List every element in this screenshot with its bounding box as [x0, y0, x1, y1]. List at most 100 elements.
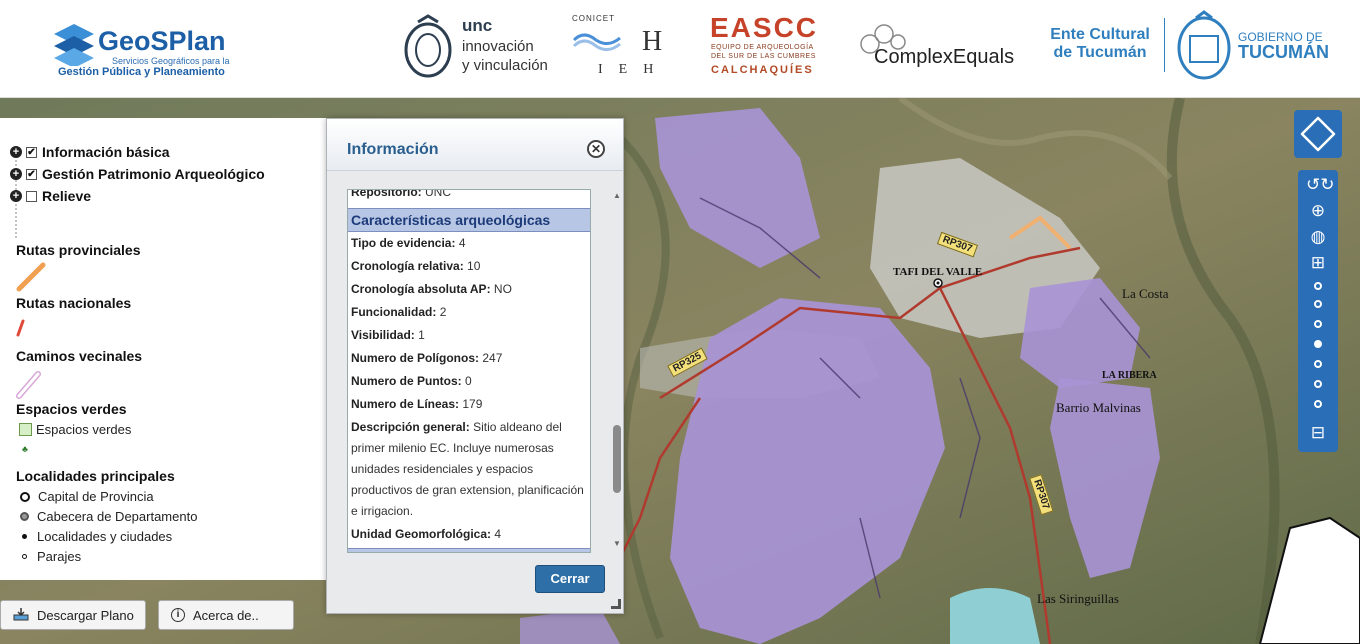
legend-item-parajes: Parajes [20, 549, 81, 564]
unc-title: unc [462, 16, 493, 35]
localidad-icon [22, 534, 27, 539]
zoom-box-icon[interactable]: ⊕ [1306, 200, 1330, 222]
tucuman-seal-icon [1177, 10, 1231, 80]
legend-item-label: Localidades y ciudades [37, 529, 173, 544]
info-field: Numero de Puntos: 0 [351, 371, 587, 392]
info-field: Cronología relativa: 10 [351, 256, 587, 277]
section-caracteristicas: Características arqueológicas [348, 208, 590, 232]
zoom-level-current[interactable] [1314, 340, 1322, 348]
label-la-ribera: LA RIBERA [1102, 370, 1157, 381]
cerrar-button[interactable]: Cerrar [535, 565, 605, 593]
field-value: 1 [418, 328, 425, 342]
info-field: Tipo de evidencia: 4 [351, 233, 587, 254]
info-content[interactable]: Repositorio: UNC Características arqueol… [347, 189, 591, 553]
gobierno-line2: TUCUMÁN [1238, 42, 1329, 62]
ente-line1: Ente Cultural [1050, 26, 1150, 43]
legend-rutas-provinciales: Rutas provinciales [16, 242, 141, 258]
easc-line1: EQUIPO DE ARQUEOLOGÍA [711, 44, 814, 51]
geosplan-sub1: Servicios Geográficos para la [112, 56, 230, 66]
vecinal-road-symbol [16, 371, 41, 399]
layer-checkbox[interactable]: ✔ [26, 168, 37, 180]
info-popup: Información ✕ Repositorio: UNC Caracterí… [326, 118, 624, 614]
field-label: Tipo de evidencia: [351, 236, 456, 250]
field-value: 2 [439, 305, 447, 319]
info-field: Funcionalidad: 2 [351, 302, 587, 323]
about-label: Acerca de.. [193, 607, 259, 623]
undo-redo-icon[interactable]: ↺↻ [1306, 174, 1335, 196]
header-divider [1164, 18, 1165, 72]
layer-checkbox[interactable] [26, 190, 37, 202]
layer-patrimonio[interactable]: + ✔ Gestión Patrimonio Arqueológico [10, 166, 265, 182]
ieh-emblem-icon: H [572, 26, 662, 57]
field-value: 10 [467, 259, 481, 273]
expand-icon[interactable]: + [10, 146, 22, 158]
layer-label: Información básica [42, 144, 170, 160]
info-title: Información [347, 141, 439, 158]
field-value: UNC [425, 189, 452, 199]
zoom-out-icon[interactable]: ⊟ [1306, 422, 1330, 444]
field-value: 0 [465, 374, 472, 388]
resize-handle[interactable] [611, 599, 621, 609]
geosplan-icon [54, 24, 94, 66]
field-label: Unidad Geomorfológica: [351, 527, 492, 541]
layer-panel: + ✔ Información básica + ✔ Gestión Patri… [0, 118, 326, 580]
layer-relieve[interactable]: + Relieve [10, 188, 91, 204]
info-repositorio: Repositorio: UNC [351, 189, 587, 203]
zoom-level-dot[interactable] [1314, 282, 1322, 290]
field-value: Sitio aldeano del primer milenio EC. Inc… [351, 420, 584, 518]
layer-label: Gestión Patrimonio Arqueológico [42, 166, 265, 182]
download-plan-button[interactable]: Descargar Plano [0, 600, 146, 630]
globe-icon[interactable]: ◍ [1306, 226, 1330, 248]
paraje-icon [22, 554, 27, 559]
info-scrollbar[interactable]: ▲ ▼ [611, 189, 623, 553]
lake [950, 588, 1040, 644]
info-icon: i [171, 608, 185, 622]
about-button[interactable]: i Acerca de.. [158, 600, 294, 630]
expand-icon[interactable]: + [10, 168, 22, 180]
scroll-thumb[interactable] [613, 425, 621, 493]
zoom-level-dot[interactable] [1314, 320, 1322, 328]
provincial-road-symbol [16, 262, 46, 292]
scroll-down-icon[interactable]: ▼ [613, 539, 621, 548]
legend-caminos-vecinales: Caminos vecinales [16, 348, 143, 364]
close-icon[interactable]: ✕ [587, 140, 605, 158]
cabecera-icon [20, 512, 29, 521]
zoom-level-dot[interactable] [1314, 380, 1322, 388]
geosplan-logo[interactable]: GeoSPlan Servicios Geográficos para la G… [52, 20, 252, 80]
layer-label: Relieve [42, 188, 92, 204]
easc-title: EASCC [710, 12, 819, 43]
zoom-level-dot[interactable] [1314, 300, 1322, 308]
unc-line2: y vinculación [462, 57, 548, 74]
green-area-swatch [19, 423, 32, 436]
pan-control[interactable] [1294, 110, 1342, 158]
zoom-level-dot[interactable] [1314, 360, 1322, 368]
download-label: Descargar Plano [37, 607, 134, 623]
field-label: Cronología relativa: [351, 259, 464, 273]
layer-checkbox[interactable]: ✔ [26, 146, 37, 158]
zoom-toolbar: ↺↻ ⊕ ◍ ⊞ ⊟ [1298, 170, 1338, 452]
legend-item-cabecera: Cabecera de Departamento [20, 509, 197, 524]
legend-item-localidades: Localidades y ciudades [20, 529, 172, 544]
expand-icon[interactable]: + [10, 190, 22, 202]
legend-item-label: Parajes [37, 549, 82, 564]
zoom-in-icon[interactable]: ⊞ [1306, 252, 1330, 274]
scroll-up-icon[interactable]: ▲ [613, 191, 621, 200]
download-icon [13, 607, 29, 624]
zoom-level-dot[interactable] [1314, 400, 1322, 408]
info-unidad: Unidad Geomorfológica: 4 [351, 524, 587, 545]
field-label: Cronología absoluta AP: [351, 282, 491, 296]
legend-rutas-nacionales: Rutas nacionales [16, 295, 132, 311]
legend-item-label: Cabecera de Departamento [37, 509, 198, 524]
ente-cultural-logo: Ente Cultural de Tucumán [1044, 26, 1156, 66]
info-field: Numero de Polígonos: 247 [351, 348, 587, 369]
info-field: Visibilidad: 1 [351, 325, 587, 346]
pan-arrows-icon [1300, 116, 1336, 152]
layer-info-basica[interactable]: + ✔ Información básica [10, 144, 170, 160]
national-road-symbol [16, 319, 25, 337]
ieh-letters: IEH [598, 62, 670, 77]
tree-icon: ♣ [22, 444, 28, 454]
unc-logo: unc innovación y vinculación [400, 12, 560, 82]
geosplan-sub2: Gestión Pública y Planeamiento [58, 66, 225, 78]
unc-line1: innovación [462, 38, 534, 55]
easc-line3: CALCHAQUÍES [711, 64, 814, 76]
